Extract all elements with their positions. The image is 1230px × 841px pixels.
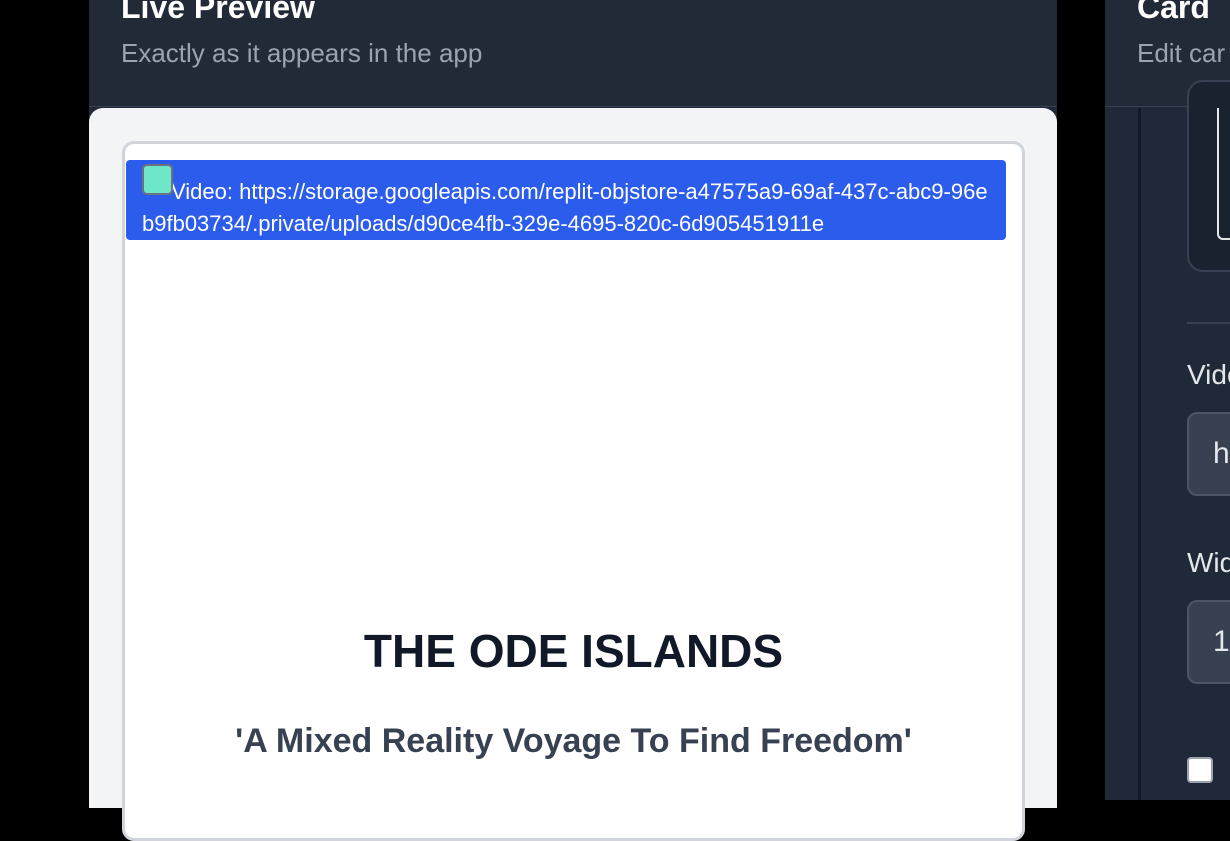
card-title: THE ODE ISLANDS	[363, 625, 784, 677]
video-placeholder[interactable]: Video: https://storage.googleapis.com/re…	[126, 160, 1006, 240]
video-url-input[interactable]: h	[1187, 412, 1230, 496]
video-icon	[142, 164, 173, 195]
preview-header: Live Preview Exactly as it appears in th…	[89, 0, 1057, 107]
preview-subtitle: Exactly as it appears in the app	[121, 38, 483, 68]
width-label: Wid	[1187, 547, 1230, 578]
width-input[interactable]: 1	[1187, 600, 1230, 684]
preview-title: Live Preview	[121, 0, 315, 25]
video-url-text: Video: https://storage.googleapis.com/re…	[142, 179, 988, 236]
card-subtitle: 'A Mixed Reality Voyage To Find Freedom'	[235, 722, 912, 760]
card-editor-panel: Card Edit car Vide h Wid 1	[1105, 0, 1230, 800]
card-preview: Video: https://storage.googleapis.com/re…	[122, 141, 1025, 841]
media-thumbnail-frame	[1217, 108, 1230, 240]
preview-body: Video: https://storage.googleapis.com/re…	[89, 108, 1057, 841]
video-url-label: Vide	[1187, 359, 1230, 390]
editor-scroll-rail	[1138, 108, 1141, 800]
editor-subtitle: Edit car	[1137, 38, 1226, 68]
editor-title: Card	[1137, 0, 1210, 25]
live-preview-panel: Live Preview Exactly as it appears in th…	[89, 0, 1057, 841]
option-checkbox[interactable]	[1187, 757, 1213, 783]
editor-divider	[1187, 322, 1230, 324]
